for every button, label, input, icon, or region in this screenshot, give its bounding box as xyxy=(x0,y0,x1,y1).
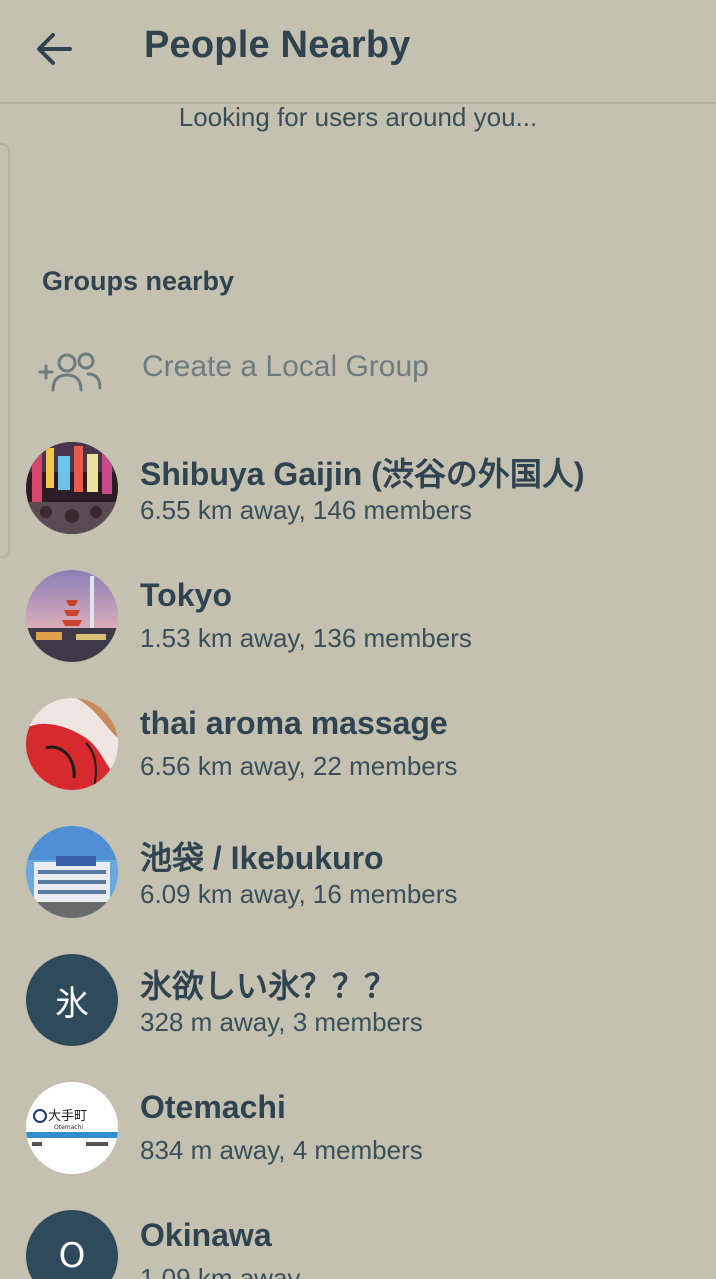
page-title: People Nearby xyxy=(144,24,411,66)
sign-subtext: Otemachi xyxy=(54,1124,83,1131)
group-item-tokyo[interactable]: Tokyo 1.53 km away, 136 members xyxy=(0,565,716,693)
app-bar: People Nearby xyxy=(0,0,716,104)
group-item-okinawa[interactable]: O Okinawa 1.09 km away xyxy=(0,1205,716,1279)
add-group-icon xyxy=(38,352,102,392)
section-title-groups-nearby: Groups nearby xyxy=(42,266,235,296)
group-item-ice[interactable]: 氷 氷欲しい氷？？？ 328 m away, 3 members xyxy=(0,949,716,1077)
group-name: Tokyo xyxy=(140,577,232,613)
group-name: Shibuya Gaijin (渋谷の外国人) xyxy=(140,456,585,492)
group-item-otemachi[interactable]: 大手町 Otemachi Otemachi 834 m away, 4 memb… xyxy=(0,1077,716,1205)
group-avatar-shibuya xyxy=(26,442,118,534)
arrow-left-icon xyxy=(37,33,72,65)
group-distance-members: 1.09 km away xyxy=(140,1263,301,1279)
groups-list: Shibuya Gaijin (渋谷の外国人) 6.55 km away, 14… xyxy=(0,437,716,1279)
group-avatar-letter: O xyxy=(26,1210,118,1279)
group-distance-members: 1.53 km away, 136 members xyxy=(140,623,472,653)
group-distance-members: 834 m away, 4 members xyxy=(140,1135,423,1165)
group-name: Otemachi xyxy=(140,1089,286,1125)
sign-text: 大手町 xyxy=(48,1109,87,1124)
group-distance-members: 6.56 km away, 22 members xyxy=(140,751,458,781)
search-status-text: Looking for users around you... xyxy=(178,102,538,132)
group-distance-members: 328 m away, 3 members xyxy=(140,1007,423,1037)
group-name: thai aroma massage xyxy=(140,705,448,741)
group-name: Okinawa xyxy=(140,1217,272,1253)
group-avatar-thai-aroma xyxy=(26,698,118,790)
avatar-initial: O xyxy=(58,1236,86,1276)
group-avatar-ikebukuro xyxy=(26,826,118,918)
group-item-thai-aroma-massage[interactable]: thai aroma massage 6.56 km away, 22 memb… xyxy=(0,693,716,821)
group-avatar-tokyo xyxy=(26,570,118,662)
group-avatar-otemachi: 大手町 Otemachi xyxy=(26,1082,118,1174)
avatar-initial: 氷 xyxy=(55,983,89,1024)
create-local-group-label: Create a Local Group xyxy=(142,350,429,383)
group-name: 池袋 / Ikebukuro xyxy=(140,840,384,876)
group-distance-members: 6.55 km away, 146 members xyxy=(140,495,472,525)
group-name: 氷欲しい氷？？？ xyxy=(140,968,397,1004)
back-button[interactable] xyxy=(26,22,82,76)
create-local-group-button[interactable]: Create a Local Group xyxy=(0,330,716,410)
group-distance-members: 6.09 km away, 16 members xyxy=(140,879,458,909)
group-item-shibuya-gaijin[interactable]: Shibuya Gaijin (渋谷の外国人) 6.55 km away, 14… xyxy=(0,437,716,565)
group-avatar-letter: 氷 xyxy=(26,954,118,1046)
group-item-ikebukuro[interactable]: 池袋 / Ikebukuro 6.09 km away, 16 members xyxy=(0,821,716,949)
